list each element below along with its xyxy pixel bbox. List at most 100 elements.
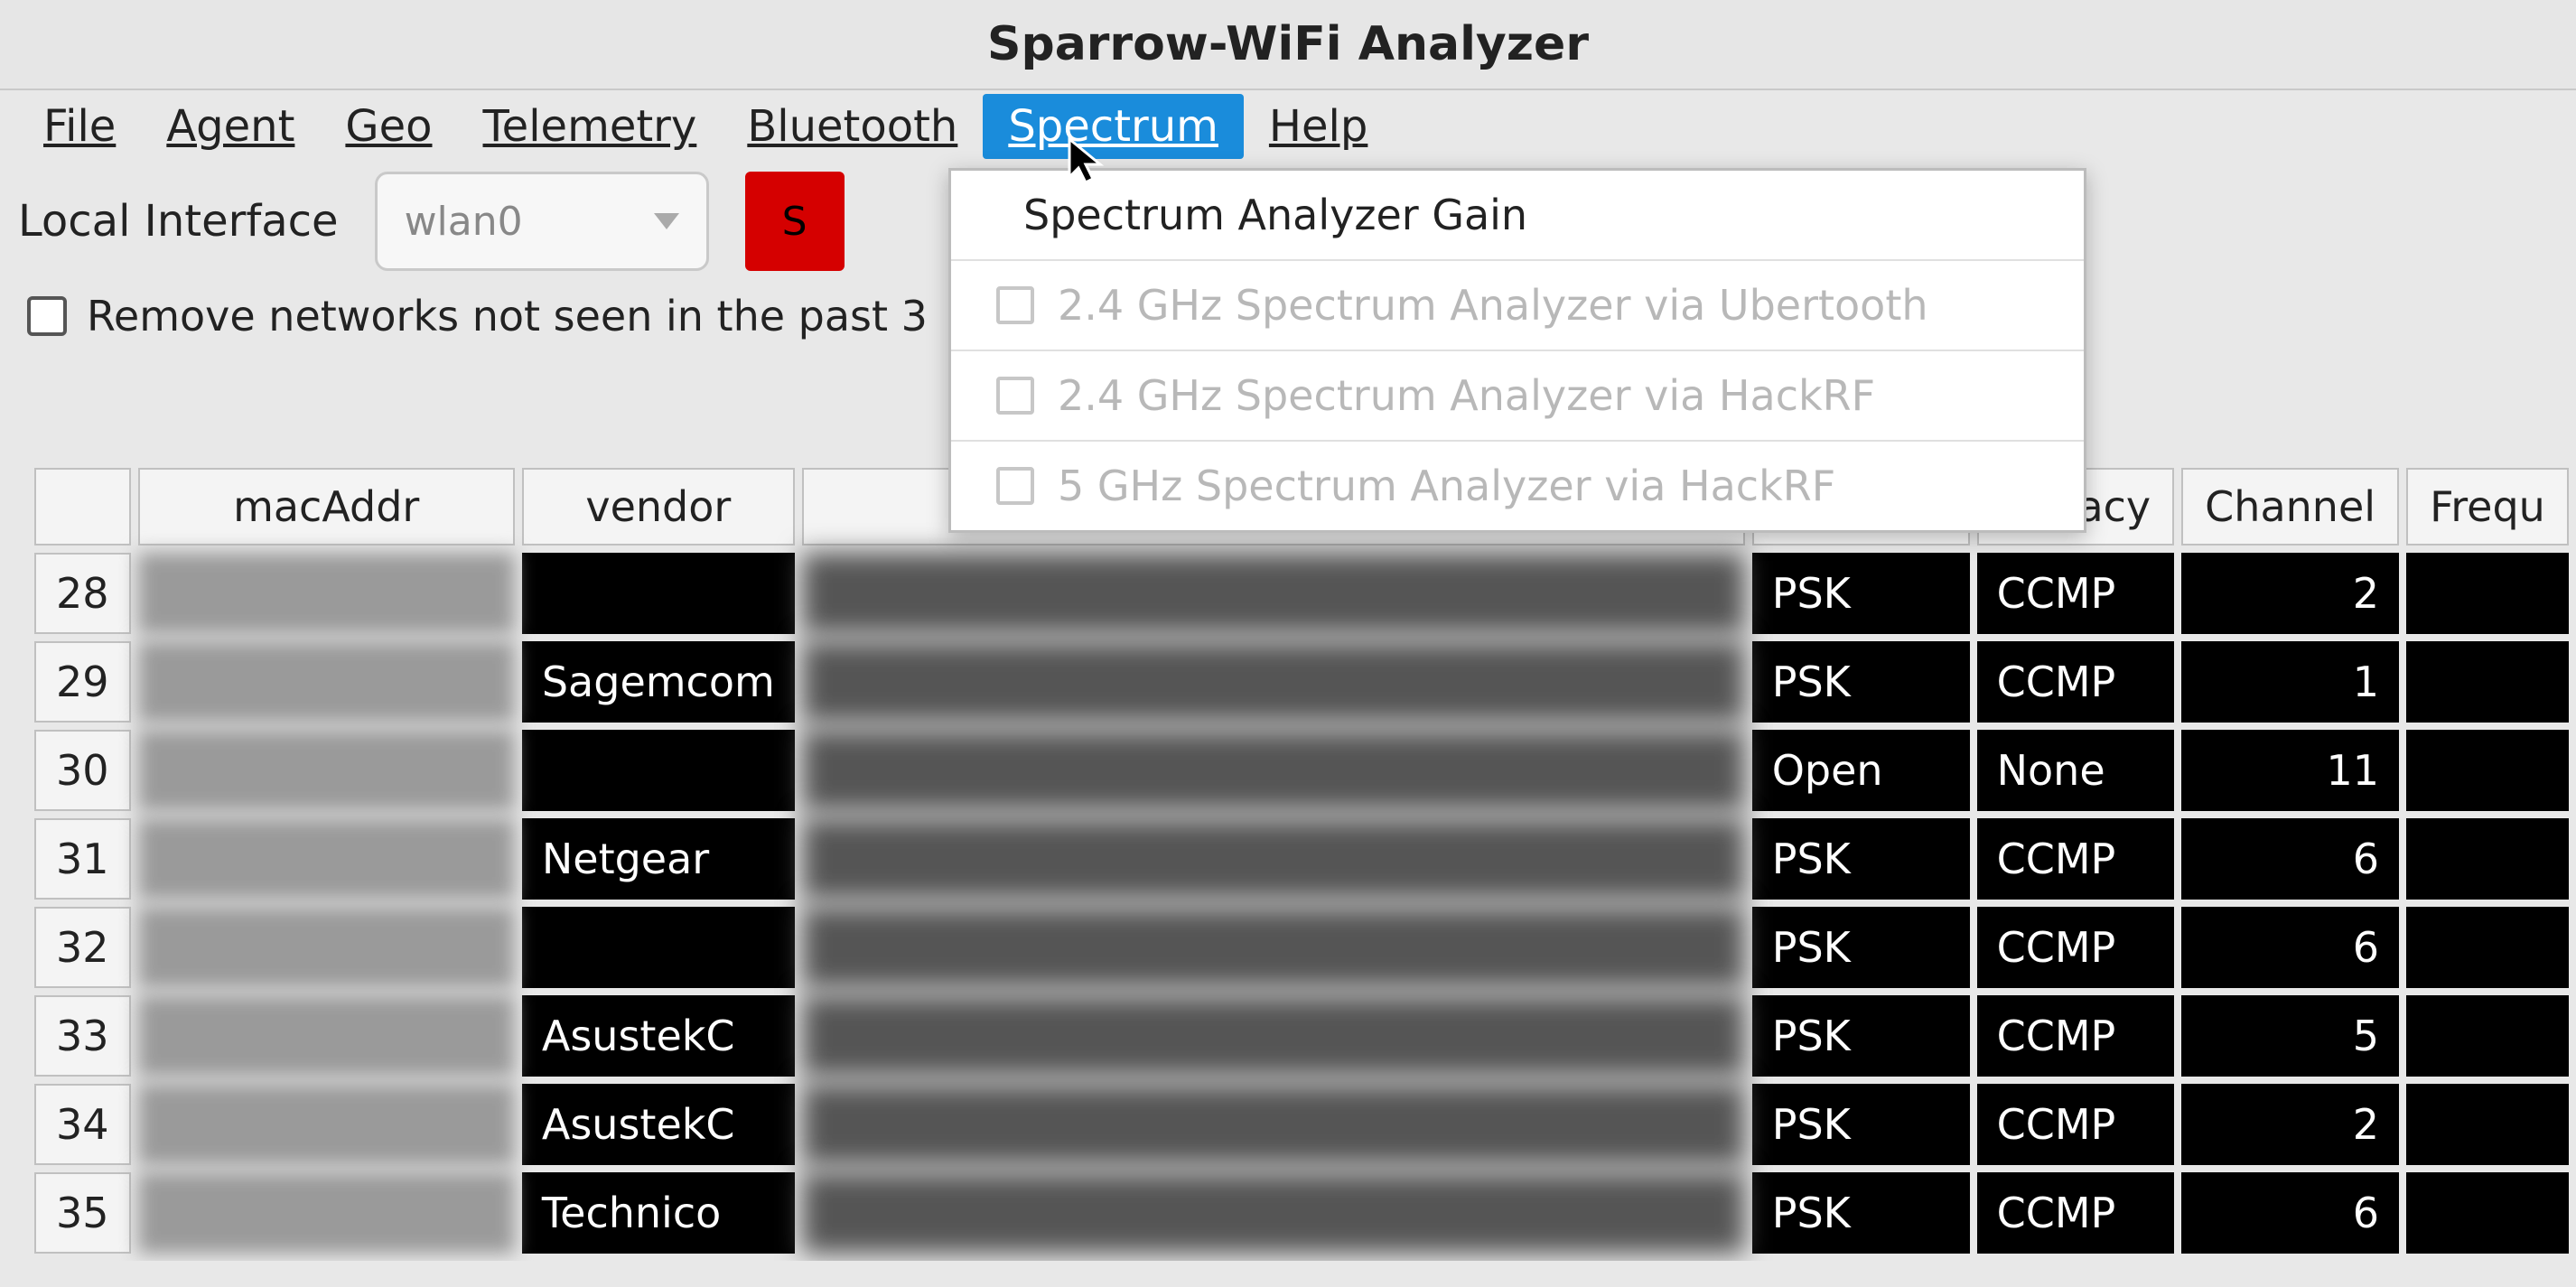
cell-security: PSK — [1752, 553, 1970, 634]
cell-vendor: Netgear — [522, 818, 795, 900]
menu-agent-label: Agent — [166, 101, 294, 152]
menu-spectrum[interactable]: Spectrum — [983, 94, 1244, 159]
cell-frequency — [2406, 907, 2569, 988]
menu-telemetry-label: Telemetry — [483, 101, 697, 152]
local-interface-label: Local Interface — [18, 196, 339, 247]
interface-select[interactable]: wlan0 — [375, 172, 709, 271]
cell-macaddr — [138, 818, 515, 900]
cell-privacy: None — [1977, 730, 2175, 811]
cell-channel: 2 — [2181, 1084, 2399, 1165]
scan-button[interactable]: S — [745, 172, 845, 271]
cell-macaddr — [138, 641, 515, 723]
table-row[interactable]: 31 Netgear PSKCCMP6 — [34, 818, 2569, 900]
window-title-bar: Sparrow-WiFi Analyzer — [0, 0, 2576, 90]
table-row[interactable]: 32 PSKCCMP6 — [34, 907, 2569, 988]
spectrum-menu-hackrf-5: 5 GHz Spectrum Analyzer via HackRF — [951, 442, 2084, 530]
header-channel[interactable]: Channel — [2181, 468, 2399, 546]
cell-vendor: AsustekC — [522, 995, 795, 1077]
header-rownum[interactable] — [34, 468, 131, 546]
cell-privacy: CCMP — [1977, 641, 2175, 723]
remove-old-networks-checkbox[interactable] — [27, 296, 67, 336]
table-row[interactable]: 34AsustekCPSKCCMP2 — [34, 1084, 2569, 1165]
cell-ssid — [802, 730, 1745, 811]
cell-rownum: 30 — [34, 730, 131, 811]
menu-bar: File Agent Geo Telemetry Bluetooth Spect… — [0, 90, 2576, 163]
cell-vendor — [522, 730, 795, 811]
header-frequency[interactable]: Frequ — [2406, 468, 2569, 546]
cell-ssid — [802, 818, 1745, 900]
cell-ssid — [802, 995, 1745, 1077]
cell-security: PSK — [1752, 1084, 1970, 1165]
cell-rownum: 31 — [34, 818, 131, 900]
interface-select-value: wlan0 — [405, 199, 523, 245]
spectrum-menu-hackrf-24: 2.4 GHz Spectrum Analyzer via HackRF — [951, 351, 2084, 442]
spectrum-menu-gain-label: Spectrum Analyzer Gain — [1023, 191, 1527, 239]
table-row[interactable]: 35TechnicoPSKCCMP6 — [34, 1172, 2569, 1254]
cell-channel: 6 — [2181, 1172, 2399, 1254]
cell-privacy: CCMP — [1977, 1084, 2175, 1165]
chevron-down-icon — [654, 213, 679, 229]
networks-table-wrapper: macAddr vendor SSID Security Privacy Cha… — [27, 461, 2576, 1261]
header-macaddr[interactable]: macAddr — [138, 468, 515, 546]
checkbox-icon — [996, 467, 1034, 505]
cell-rownum: 28 — [34, 553, 131, 634]
cell-privacy: CCMP — [1977, 818, 2175, 900]
checkbox-icon — [996, 286, 1034, 324]
cell-vendor: Sagemcom — [522, 641, 795, 723]
spectrum-dropdown: Spectrum Analyzer Gain 2.4 GHz Spectrum … — [948, 168, 2086, 533]
cell-rownum: 33 — [34, 995, 131, 1077]
menu-file[interactable]: File — [18, 94, 141, 159]
cell-channel: 5 — [2181, 995, 2399, 1077]
table-row[interactable]: 28PSKCCMP2 — [34, 553, 2569, 634]
cell-ssid — [802, 1172, 1745, 1254]
checkbox-icon — [996, 377, 1034, 415]
cell-security: PSK — [1752, 995, 1970, 1077]
cell-frequency — [2406, 641, 2569, 723]
cell-frequency — [2406, 553, 2569, 634]
menu-geo[interactable]: Geo — [320, 94, 457, 159]
menu-help[interactable]: Help — [1244, 94, 1393, 159]
cell-channel: 1 — [2181, 641, 2399, 723]
cell-frequency — [2406, 1172, 2569, 1254]
remove-old-networks-label: Remove networks not seen in the past 3 — [87, 292, 928, 340]
cell-vendor — [522, 907, 795, 988]
cell-ssid — [802, 1084, 1745, 1165]
cell-rownum: 32 — [34, 907, 131, 988]
menu-bluetooth-label: Bluetooth — [747, 101, 957, 152]
cell-channel: 6 — [2181, 907, 2399, 988]
cell-ssid — [802, 641, 1745, 723]
header-vendor[interactable]: vendor — [522, 468, 795, 546]
cell-macaddr — [138, 907, 515, 988]
menu-agent[interactable]: Agent — [141, 94, 320, 159]
cell-security: PSK — [1752, 818, 1970, 900]
cell-channel: 6 — [2181, 818, 2399, 900]
menu-telemetry[interactable]: Telemetry — [458, 94, 723, 159]
menu-geo-label: Geo — [345, 101, 432, 152]
spectrum-menu-ubertooth-24: 2.4 GHz Spectrum Analyzer via Ubertooth — [951, 261, 2084, 351]
cell-macaddr — [138, 995, 515, 1077]
menu-help-label: Help — [1269, 101, 1367, 152]
table-row[interactable]: 29SagemcomPSKCCMP1 — [34, 641, 2569, 723]
cell-macaddr — [138, 1172, 515, 1254]
cell-channel: 11 — [2181, 730, 2399, 811]
cell-security: PSK — [1752, 1172, 1970, 1254]
cell-security: PSK — [1752, 641, 1970, 723]
cell-privacy: CCMP — [1977, 907, 2175, 988]
menu-file-label: File — [43, 101, 116, 152]
cell-macaddr — [138, 553, 515, 634]
table-row[interactable]: 30OpenNone11 — [34, 730, 2569, 811]
menu-bluetooth[interactable]: Bluetooth — [722, 94, 983, 159]
cell-privacy: CCMP — [1977, 995, 2175, 1077]
cell-rownum: 35 — [34, 1172, 131, 1254]
table-row[interactable]: 33 AsustekC PSKCCMP5 — [34, 995, 2569, 1077]
cell-frequency — [2406, 1084, 2569, 1165]
spectrum-menu-gain[interactable]: Spectrum Analyzer Gain — [951, 171, 2084, 261]
cell-ssid — [802, 907, 1745, 988]
cell-vendor — [522, 553, 795, 634]
cell-security: PSK — [1752, 907, 1970, 988]
spectrum-menu-hackrf-5-label: 5 GHz Spectrum Analyzer via HackRF — [1058, 462, 1835, 510]
cell-frequency — [2406, 730, 2569, 811]
cell-macaddr — [138, 1084, 515, 1165]
cell-ssid — [802, 553, 1745, 634]
spectrum-menu-ubertooth-24-label: 2.4 GHz Spectrum Analyzer via Ubertooth — [1058, 281, 1928, 330]
